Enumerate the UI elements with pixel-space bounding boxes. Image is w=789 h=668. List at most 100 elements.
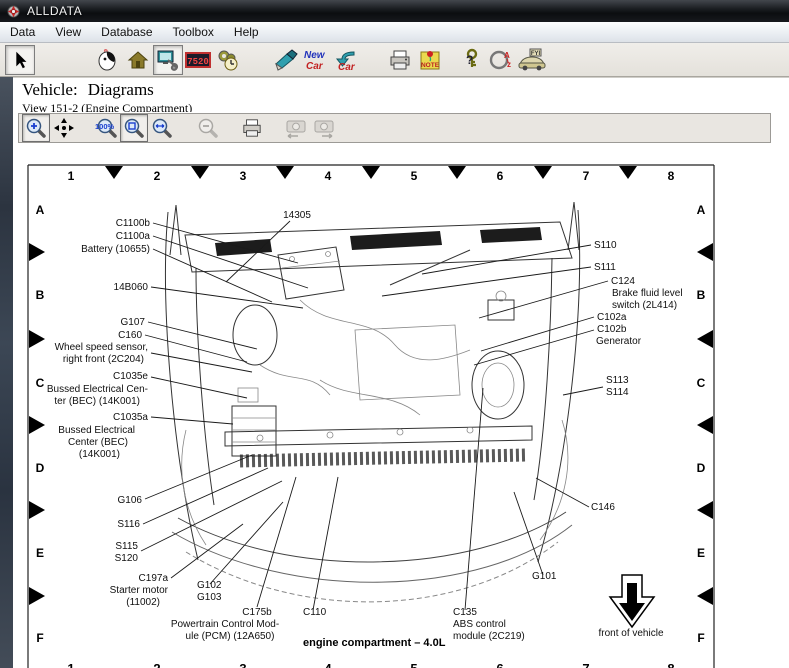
svg-text:(14K001): (14K001) xyxy=(79,449,120,460)
previous-car-button[interactable]: Car xyxy=(331,45,361,75)
svg-text:D: D xyxy=(697,461,706,475)
svg-text:14B060: 14B060 xyxy=(114,282,149,293)
svg-text:2: 2 xyxy=(154,169,161,183)
vehicle-diagnostics-button[interactable] xyxy=(153,45,183,75)
svg-text:C1035e: C1035e xyxy=(113,371,148,382)
car-back-arrow-icon: Car xyxy=(332,48,360,72)
gears-clock-icon xyxy=(216,48,240,72)
svg-text:A: A xyxy=(697,203,706,217)
svg-text:Car: Car xyxy=(338,62,356,72)
zoom-toolbar-area: 100% xyxy=(13,112,789,145)
svg-text:1: 1 xyxy=(67,661,74,668)
camera-next-disabled-icon xyxy=(312,117,336,139)
new-car-button[interactable]: New Car xyxy=(301,45,331,75)
note-rose-icon: NOTE xyxy=(418,48,442,72)
svg-text:Bussed Electrical Cen-: Bussed Electrical Cen- xyxy=(47,384,148,395)
svg-text:6: 6 xyxy=(497,169,504,183)
cursor-tool-button[interactable] xyxy=(5,45,35,75)
svg-text:F: F xyxy=(36,631,43,645)
zoom-out-disabled-icon xyxy=(197,117,219,139)
svg-text:ule (PCM) (12A650): ule (PCM) (12A650) xyxy=(186,631,275,642)
svg-text:C102b: C102b xyxy=(597,324,627,335)
print-button[interactable] xyxy=(385,45,415,75)
menu-item-data[interactable]: Data xyxy=(0,23,45,41)
pan-button[interactable] xyxy=(50,114,78,142)
svg-text:7: 7 xyxy=(582,661,589,668)
svg-text:E: E xyxy=(697,546,705,560)
svg-text:A: A xyxy=(36,203,45,217)
app-icon xyxy=(6,4,21,19)
svg-text:C1035a: C1035a xyxy=(113,412,148,423)
svg-text:ter (BEC) (14K001): ter (BEC) (14K001) xyxy=(54,396,140,407)
front-of-vehicle-label: front of vehicle xyxy=(598,628,663,639)
svg-text:G103: G103 xyxy=(197,592,222,603)
svg-text:Wheel speed sensor,: Wheel speed sensor, xyxy=(55,342,148,353)
zoom-out-button[interactable] xyxy=(194,114,222,142)
diagram-caption: engine compartment – 4.0L xyxy=(303,637,446,649)
svg-text:S111: S111 xyxy=(594,262,616,273)
svg-text:S115: S115 xyxy=(115,541,138,552)
svg-text:A: A xyxy=(504,51,510,60)
search-az-button[interactable]: A z xyxy=(487,45,517,75)
svg-text:100%: 100% xyxy=(95,122,115,131)
svg-text:Car: Car xyxy=(306,61,324,72)
assistant-button[interactable] xyxy=(93,45,123,75)
next-view-button[interactable] xyxy=(310,114,338,142)
svg-text:G106: G106 xyxy=(118,495,143,506)
svg-text:(11002): (11002) xyxy=(126,597,160,608)
window-title: ALLDATA xyxy=(27,4,82,18)
notes-button[interactable]: NOTE xyxy=(415,45,445,75)
svg-text:C160: C160 xyxy=(118,330,142,341)
svg-text:G101: G101 xyxy=(532,571,557,582)
previous-view-button[interactable] xyxy=(282,114,310,142)
menu-item-database[interactable]: Database xyxy=(91,23,162,41)
svg-text:C124: C124 xyxy=(611,276,635,287)
service-schedule-button[interactable] xyxy=(213,45,243,75)
engine-compartment-diagram[interactable]: 1234567812345678AABBCCDDEEFF 14305C1100b… xyxy=(13,145,789,668)
zoom-width-icon xyxy=(151,117,173,139)
paint-refinish-button[interactable] xyxy=(271,45,301,75)
home-button[interactable] xyxy=(123,45,153,75)
svg-text:S120: S120 xyxy=(115,553,139,564)
svg-text:S114: S114 xyxy=(606,387,629,398)
zoom-100-button[interactable]: 100% xyxy=(92,114,120,142)
svg-text:switch (2L414): switch (2L414) xyxy=(612,300,677,311)
zoom-in-button[interactable] xyxy=(22,114,50,142)
svg-text:4: 4 xyxy=(324,661,332,668)
svg-text:5: 5 xyxy=(410,661,417,668)
svg-text:?: ? xyxy=(466,53,473,67)
help-key-button[interactable]: ? xyxy=(457,45,487,75)
svg-text:1: 1 xyxy=(68,169,75,183)
question-key-icon: ? xyxy=(462,48,482,72)
paint-brush-icon xyxy=(273,48,299,72)
menu-bar: Data View Database Toolbox Help xyxy=(0,22,789,43)
svg-text:3: 3 xyxy=(240,169,247,183)
svg-text:Bussed Electrical: Bussed Electrical xyxy=(58,425,135,436)
alldata-window: ALLDATA Data View Database Toolbox Help xyxy=(0,0,789,668)
search-az-icon: A z xyxy=(489,48,515,72)
home-icon xyxy=(126,48,150,72)
svg-text:C135: C135 xyxy=(453,607,477,618)
svg-text:C: C xyxy=(36,376,45,390)
odometer-display-icon: 7520 xyxy=(185,49,211,71)
pan-arrows-icon xyxy=(53,117,75,139)
camera-previous-disabled-icon xyxy=(284,117,308,139)
svg-text:Brake fluid level: Brake fluid level xyxy=(612,288,683,299)
menu-item-view[interactable]: View xyxy=(45,23,91,41)
print-view-button[interactable] xyxy=(238,114,266,142)
svg-text:14305: 14305 xyxy=(283,210,311,221)
svg-text:New: New xyxy=(304,50,326,61)
svg-text:8: 8 xyxy=(668,169,675,183)
page-title: Vehicle:Diagrams xyxy=(22,80,789,100)
svg-text:E: E xyxy=(36,546,44,560)
menu-item-toolbox[interactable]: Toolbox xyxy=(163,23,224,41)
zoom-fit-button[interactable] xyxy=(120,114,148,142)
front-of-vehicle-arrow xyxy=(610,575,654,627)
svg-text:Battery (10655): Battery (10655) xyxy=(81,244,150,255)
printer-icon xyxy=(241,118,263,138)
odometer-display-button[interactable]: 7520 xyxy=(183,45,213,75)
svg-text:G107: G107 xyxy=(121,317,146,328)
fyi-car-button[interactable]: FYI xyxy=(517,45,547,75)
zoom-width-button[interactable] xyxy=(148,114,176,142)
menu-item-help[interactable]: Help xyxy=(224,23,269,41)
